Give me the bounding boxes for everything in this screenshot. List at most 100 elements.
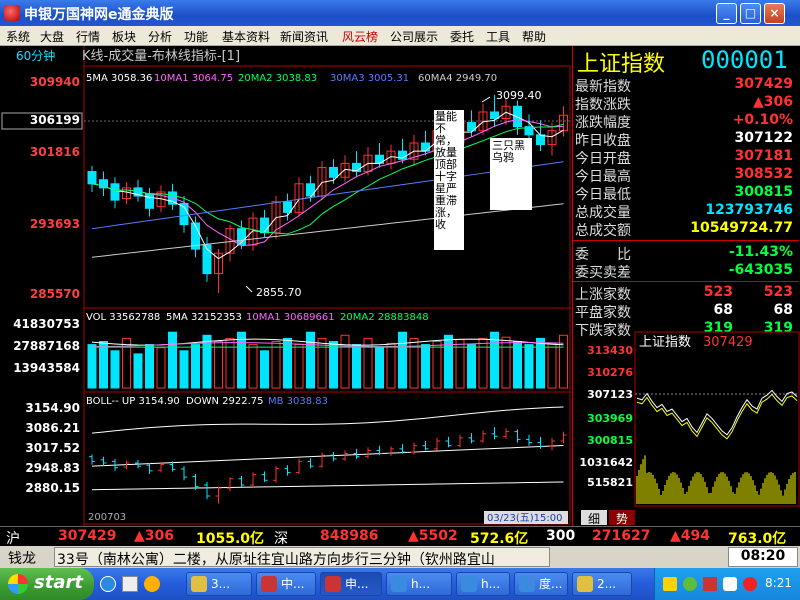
menu-item-7[interactable]: 新闻资讯 <box>280 28 328 45</box>
menu-item-11[interactable]: 工具 <box>486 28 510 45</box>
quote-row: 最新指数 307429 <box>573 76 799 95</box>
volume-bar <box>524 344 534 389</box>
menu-item-12[interactable]: 帮助 <box>522 28 546 45</box>
taskbar-button-label: 申... <box>345 577 369 591</box>
network-icon[interactable] <box>683 577 697 591</box>
boll-axis-label: 3086.21 <box>25 421 80 435</box>
mini-axis-label: 313430 <box>587 344 633 357</box>
boll-legend: BOLL-- UP 3154.90 <box>86 396 180 407</box>
tab-trend[interactable]: 势 <box>609 510 635 526</box>
volume-icon[interactable] <box>723 577 737 591</box>
mini-avg-line <box>636 393 798 440</box>
mini-axis-label: 307123 <box>587 388 633 401</box>
volume-bar <box>317 337 327 389</box>
intraday-mini-chart[interactable]: 上证指数 307429 313430 310276 307123 303969 300815… <box>573 330 800 510</box>
quote-value: 307429 <box>734 76 793 92</box>
shield-icon[interactable] <box>663 577 677 591</box>
close-button[interactable]: × <box>764 3 785 24</box>
ie-quicklaunch-icon[interactable] <box>100 576 116 592</box>
mini-title: 上证指数 <box>639 335 691 350</box>
vol-axis-label: 13943584 <box>13 361 80 375</box>
vol-axis-label: 41830753 <box>13 317 80 331</box>
menu-item-9[interactable]: 公司展示 <box>390 28 438 45</box>
candle-body <box>490 111 499 119</box>
taskbar-button-label: h... <box>481 577 501 591</box>
menu-item-3[interactable]: 板块 <box>112 28 136 45</box>
app-icon <box>325 576 341 592</box>
menu-item-10[interactable]: 委托 <box>450 28 474 45</box>
menu-item-1[interactable]: 大盘 <box>40 28 64 45</box>
boll-axis-label: 2948.83 <box>25 461 80 475</box>
app-logo-icon <box>4 5 20 21</box>
clock: 8:21 <box>765 576 792 590</box>
low-pointer <box>245 285 253 293</box>
news-source: 钱龙 <box>8 551 36 567</box>
mini-vol-axis-label: 515821 <box>587 476 633 489</box>
quote-label: 涨跌幅度 <box>575 115 631 131</box>
quote-row: 平盘家数 68 68 <box>573 302 799 321</box>
media-quicklaunch-icon[interactable] <box>144 576 160 592</box>
menu-item-6[interactable]: 基本资料 <box>222 28 270 45</box>
taskbar-button[interactable]: 申... <box>320 572 382 596</box>
volume-bar <box>547 342 557 389</box>
menu-item-2[interactable]: 行情 <box>76 28 100 45</box>
boll-up-line <box>91 406 564 434</box>
quote-row: 今日最低 300815 <box>573 184 799 203</box>
menu-item-4[interactable]: 分析 <box>148 28 172 45</box>
taskbar-button[interactable]: h... <box>386 572 452 596</box>
quote-value: 307181 <box>734 148 793 164</box>
quote-row: 今日开盘 307181 <box>573 148 799 167</box>
mini-axis-label: 310276 <box>587 366 633 379</box>
desktop-quicklaunch-icon[interactable] <box>122 576 138 592</box>
volume-bar <box>363 337 373 389</box>
volume-bar <box>375 347 384 389</box>
candle-body <box>283 201 292 213</box>
boll-legend: DOWN 2922.75 <box>186 396 263 407</box>
taskbar-button[interactable]: h... <box>456 572 510 596</box>
candle-body <box>260 217 269 234</box>
vol-legend: 10MA1 30689661 <box>246 312 335 323</box>
vol-legend: 5MA 32152353 <box>166 312 242 323</box>
menu-item-0[interactable]: 系统 <box>6 28 30 45</box>
boll-axis-label: 3017.52 <box>25 441 80 455</box>
kline-chart[interactable]: 60分钟 K线-成交量-布林线指标-[1]5MA 3058.36 10MA1 306… <box>0 46 572 526</box>
volume-bar <box>260 350 269 389</box>
taskbar-button[interactable]: 2... <box>572 572 632 596</box>
vol-legend: VOL 33562788 <box>86 312 160 323</box>
quote-value: +0.10% <box>732 112 793 128</box>
menu-item-5[interactable]: 功能 <box>184 28 208 45</box>
sh-change: ▲306 <box>134 528 174 544</box>
sz-label: 深 <box>274 531 288 547</box>
taskbar-button[interactable]: 3... <box>186 572 252 596</box>
volume-bar <box>271 341 281 389</box>
boll-mid-line <box>91 445 564 467</box>
idx300-label: 300 <box>546 528 576 544</box>
news-scroll-box[interactable]: 33号（南林公寓）二楼，从原址往宜山路方向步行三分钟（钦州路宜山 <box>54 547 550 567</box>
candle-body <box>329 166 338 178</box>
quote-value: -11.43% <box>728 244 793 260</box>
volume-bar <box>145 344 154 389</box>
quote-value: 307122 <box>734 130 793 146</box>
annotation-2: 三只黑乌鸦 <box>492 139 525 164</box>
taskbar-button[interactable]: 中... <box>256 572 316 596</box>
minimize-button[interactable]: _ <box>716 3 737 24</box>
taskbar-button[interactable]: 度... <box>514 572 568 596</box>
antivirus-icon[interactable] <box>703 577 717 591</box>
maximize-button[interactable]: □ <box>740 3 761 24</box>
tab-detail[interactable]: 细 <box>581 510 607 526</box>
low-price-label: 2855.70 <box>256 286 302 299</box>
price-axis-label: 285570 <box>30 287 80 301</box>
window-title-bar[interactable]: 申银万国神网e通金典版 _ □ × <box>0 0 800 26</box>
boll-axis-label: 3154.90 <box>25 401 80 415</box>
security-alert-icon[interactable] <box>743 577 757 591</box>
quote-row: 总成交量 123793746 <box>573 202 799 221</box>
volume-bar <box>294 344 304 389</box>
ticker-toolbar <box>554 549 726 565</box>
ma-legend: 20MA2 3038.83 <box>238 73 317 84</box>
menu-item-8[interactable]: 风云榜 <box>342 28 378 45</box>
chart-area[interactable]: 60分钟 K线-成交量-布林线指标-[1] 5MA 3058.36 10MA1 306… <box>0 46 572 526</box>
volume-bar <box>306 331 315 389</box>
quote-label: 今日最高 <box>575 169 631 185</box>
start-button[interactable]: start <box>0 568 94 600</box>
volume-bar <box>340 334 350 389</box>
